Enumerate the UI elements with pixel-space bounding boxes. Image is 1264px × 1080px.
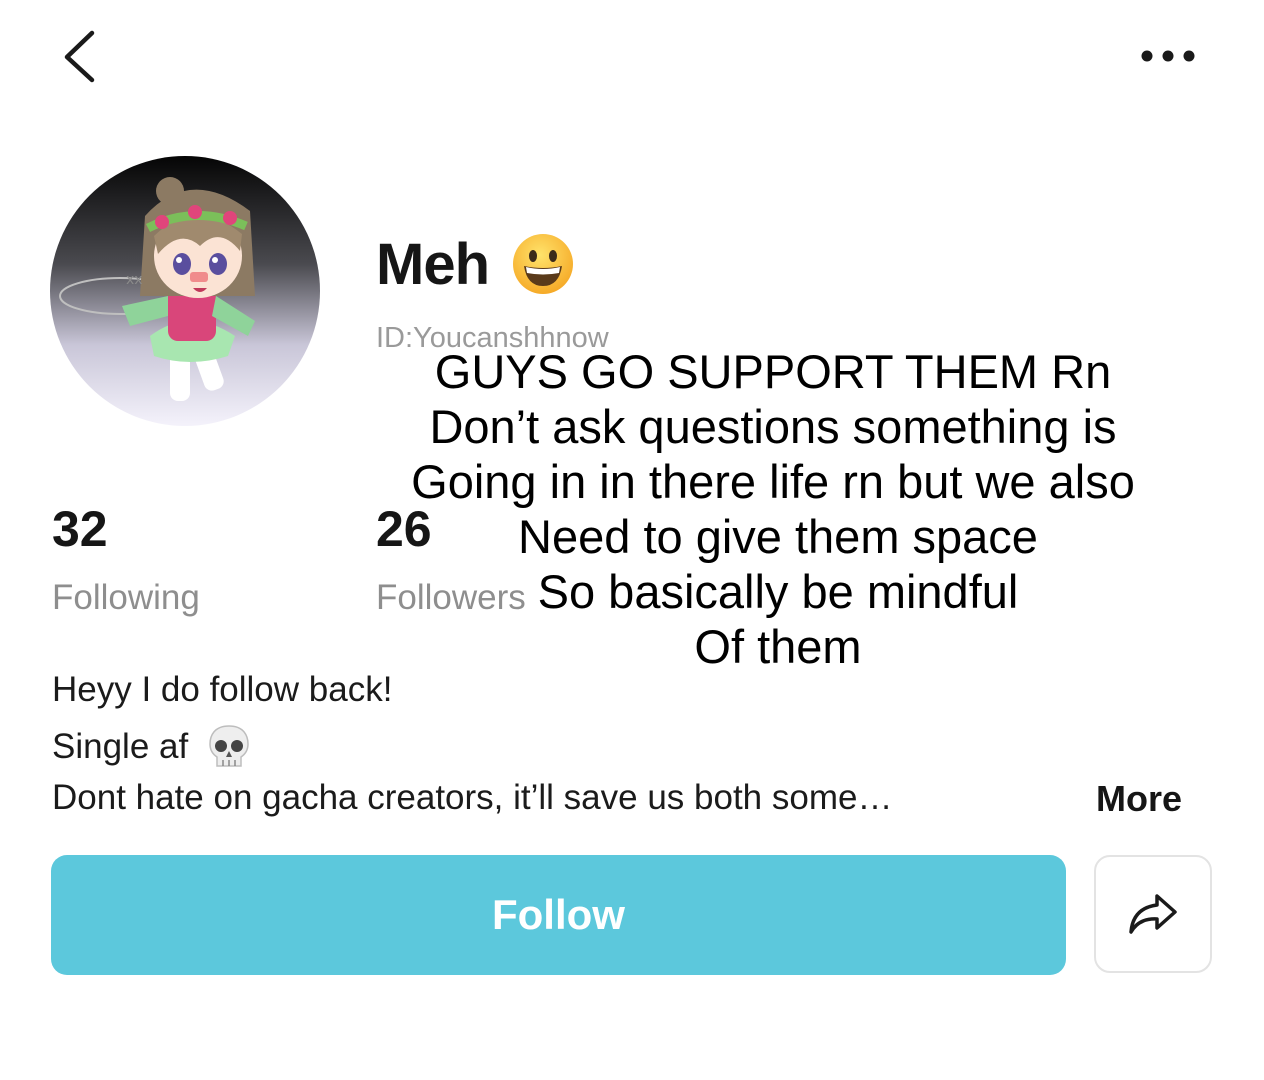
profile-name: Meh (376, 231, 490, 297)
caption-line: Going in in there life rn but we also (411, 455, 1135, 508)
chevron-left-icon (64, 30, 95, 83)
following-count: 32 (52, 501, 108, 557)
back-button[interactable] (58, 28, 118, 88)
skull-emoji-icon (209, 725, 249, 767)
more-horizontal-icon (1141, 50, 1195, 62)
follow-button-label: Follow (492, 891, 625, 938)
bio-line-2: Single af (52, 724, 250, 770)
profile-avatar[interactable]: xx (50, 156, 320, 426)
follow-button[interactable]: Follow (51, 855, 1066, 975)
share-arrow-icon (1129, 894, 1177, 934)
share-button[interactable] (1094, 855, 1212, 973)
more-options-button[interactable] (1138, 40, 1202, 72)
following-stat[interactable]: 32 Following (52, 500, 200, 618)
caption-line: Need to give them space (518, 510, 1038, 563)
caption-line: Of them (694, 620, 862, 673)
overlay-caption: GUYS GO SUPPORT THEM Rn Don’t ask questi… (330, 344, 1216, 674)
svg-text:xx: xx (126, 272, 143, 288)
caption-line: So basically be mindful (537, 565, 1019, 618)
bio-line-2-text: Single af (52, 727, 189, 766)
bio-more-link[interactable]: More (1096, 778, 1182, 820)
following-label: Following (52, 578, 200, 617)
grinning-face-emoji-icon (513, 234, 573, 294)
caption-line: Don’t ask questions something is (429, 400, 1117, 453)
caption-line: GUYS GO SUPPORT THEM Rn (434, 345, 1112, 398)
bio-line-1: Heyy I do follow back! (52, 670, 393, 709)
bio-line-3: Dont hate on gacha creators, it’ll save … (52, 778, 893, 817)
